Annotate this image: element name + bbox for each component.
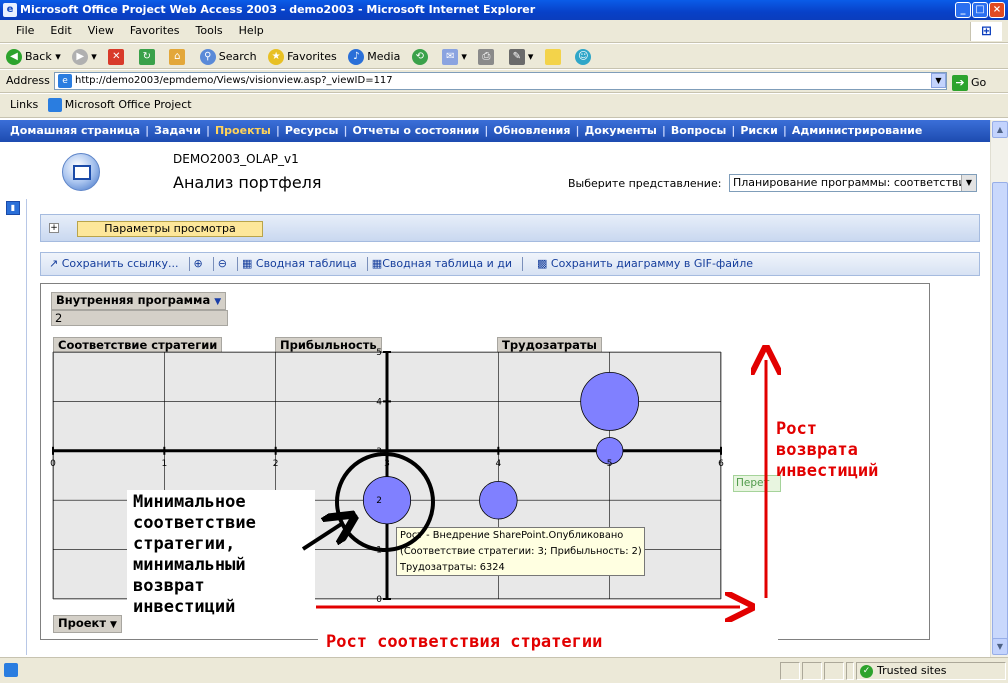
security-zone: ✓ Trusted sites <box>860 663 947 679</box>
page-icon <box>4 663 18 677</box>
pointer-arrow <box>301 523 343 551</box>
annotation-arrows <box>301 0 1008 683</box>
checkmark-icon: ✓ <box>860 664 873 678</box>
highlight-circle <box>335 452 435 552</box>
status-bar: ✓ Trusted sites <box>0 657 1008 683</box>
